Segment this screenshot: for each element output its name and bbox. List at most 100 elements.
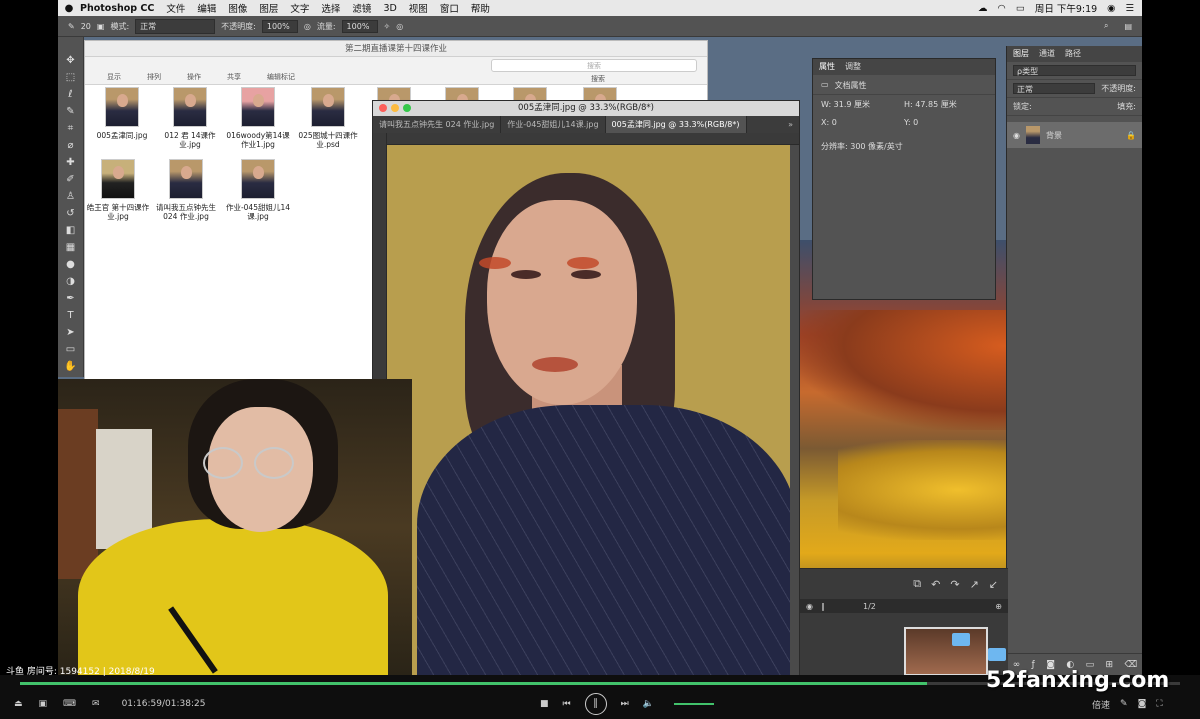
wifi-icon[interactable]: ◠ (998, 3, 1006, 14)
brush-size[interactable]: 20 (81, 22, 91, 31)
eye-icon[interactable]: ◉ (806, 602, 813, 611)
volume-slider[interactable] (673, 703, 714, 705)
expand-icon[interactable]: ↗ (970, 578, 979, 591)
menu-list-icon[interactable]: ☰ (1125, 3, 1134, 14)
pressure-opacity-icon[interactable]: ◎ (304, 22, 311, 31)
visibility-eye-icon[interactable]: ◉ (1013, 131, 1020, 140)
tab-doc-3[interactable]: 005孟津同.jpg @ 33.3%(RGB/8*) (605, 116, 747, 133)
menubar-app-name[interactable]: Photoshop CC (80, 3, 154, 14)
width-field[interactable]: W: 31.9 厘米 (821, 99, 904, 110)
tab-paths[interactable]: 路径 (1065, 46, 1081, 62)
type-tool-icon[interactable]: T (63, 310, 79, 321)
hand-tool-icon[interactable]: ✋ (63, 361, 79, 372)
tab-doc-2[interactable]: 作业-045甜姐儿14课.jpg (501, 116, 606, 133)
workspace-icon[interactable]: ▤ (1124, 22, 1132, 31)
menu-image[interactable]: 图像 (228, 1, 247, 15)
speed-button[interactable]: 倍速 (1092, 698, 1110, 711)
gradient-tool-icon[interactable]: ▦ (63, 242, 79, 253)
menu-3d[interactable]: 3D (383, 3, 396, 14)
tab-layers[interactable]: 图层 (1013, 46, 1029, 62)
dodge-tool-icon[interactable]: ◑ (63, 276, 79, 287)
flow-field[interactable]: 100% (341, 19, 378, 33)
tab-properties[interactable]: 属性 (819, 59, 835, 75)
menu-help[interactable]: 帮助 (471, 1, 490, 15)
tab-channels[interactable]: 通道 (1039, 46, 1055, 62)
layer-blend-select[interactable]: 正常 (1013, 83, 1096, 94)
finder-view-button[interactable]: 显示 (107, 72, 121, 82)
battery-icon[interactable]: ▭ (1016, 3, 1025, 14)
apple-icon[interactable]: ● (58, 3, 80, 14)
stop-icon[interactable]: ■ (540, 699, 549, 709)
eyedropper-tool-icon[interactable]: ⌀ (63, 140, 79, 151)
marquee-tool-icon[interactable]: ⬚ (63, 72, 79, 83)
menu-layer[interactable]: 图层 (259, 1, 278, 15)
menu-select[interactable]: 选择 (321, 1, 340, 15)
stamp-tool-icon[interactable]: ♙ (63, 191, 79, 202)
file-item[interactable]: 005孟津同.jpg (89, 87, 155, 140)
pause-icon[interactable]: ∥ (821, 602, 825, 611)
finder-action-button[interactable]: 操作 (187, 72, 201, 82)
healing-tool-icon[interactable]: ✚ (63, 157, 79, 168)
move-tool-icon[interactable]: ✥ (63, 55, 79, 66)
pressure-size-icon[interactable]: ◎ (396, 22, 403, 31)
mode-select[interactable]: 正常 (135, 18, 216, 34)
danmaku-icon[interactable]: ⌨ (63, 699, 76, 709)
undo-icon[interactable]: ↶ (931, 578, 940, 591)
next-icon[interactable]: ⏭ (621, 699, 629, 709)
blur-tool-icon[interactable]: ● (63, 259, 79, 270)
pen-tool-icon[interactable]: ✒ (63, 293, 79, 304)
file-item[interactable]: 作业-045甜姐儿14课.jpg (225, 159, 291, 221)
pause-button[interactable]: ∥ (584, 693, 607, 715)
finder-tags-button[interactable]: 编辑标记 (267, 72, 295, 82)
finder-share-button[interactable]: 共享 (227, 72, 241, 82)
y-field[interactable]: Y: 0 (904, 118, 987, 127)
file-item[interactable]: 012 君 14课作业.jpg (157, 87, 223, 149)
brush-tool-icon[interactable]: ✎ (68, 22, 75, 31)
file-item[interactable]: 请叫我五点钟先生024 作业.jpg (153, 159, 219, 221)
reference-thumbnail[interactable] (904, 627, 988, 675)
brush-tool-icon[interactable]: ✐ (63, 174, 79, 185)
clock-text[interactable]: 周日 下午9:19 (1035, 1, 1097, 15)
file-item[interactable]: 皓王官 第十四课作业.jpg (85, 159, 151, 221)
file-item[interactable]: 025图城十四课作业.psd (295, 87, 361, 149)
search-icon[interactable]: ⌕ (1104, 21, 1108, 31)
volume-icon[interactable]: 🔈 (643, 699, 654, 709)
image-canvas[interactable] (387, 145, 790, 675)
tabs-overflow-icon[interactable]: » (782, 116, 799, 133)
tab-adjustments[interactable]: 调整 (845, 59, 861, 75)
redo-icon[interactable]: ↷ (950, 578, 959, 591)
finder-title[interactable]: 第二期直播课第十四课作业 (85, 41, 707, 57)
x-field[interactable]: X: 0 (821, 118, 904, 127)
menu-filter[interactable]: 滤镜 (352, 1, 371, 15)
finder-arrange-button[interactable]: 排列 (147, 72, 161, 82)
pip-icon[interactable]: ▣ (39, 699, 48, 709)
zoom-icon[interactable] (403, 104, 411, 112)
opacity-field[interactable]: 100% (261, 19, 298, 33)
prev-icon[interactable]: ⏮ (563, 699, 571, 709)
history-brush-icon[interactable]: ↺ (63, 208, 79, 219)
document-titlebar[interactable]: 005孟津同.jpg @ 33.3%(RGB/8*) (373, 101, 799, 116)
desktop-folder-icon[interactable] (988, 648, 1006, 661)
quick-select-tool-icon[interactable]: ✎ (63, 106, 79, 117)
menu-edit[interactable]: 编辑 (197, 1, 216, 15)
desktop-folder-icon[interactable] (952, 633, 970, 646)
eraser-tool-icon[interactable]: ◧ (63, 225, 79, 236)
user-avatar-icon[interactable]: ◉ (1107, 3, 1115, 14)
horizontal-ruler[interactable] (387, 133, 799, 145)
close-icon[interactable] (379, 104, 387, 112)
lasso-tool-icon[interactable]: ℓ (63, 89, 79, 100)
menu-view[interactable]: 视图 (409, 1, 428, 15)
tab-doc-1[interactable]: 请叫我五点钟先生 024 作业.jpg (373, 116, 502, 133)
brush-panel-icon[interactable]: ▣ (97, 22, 105, 31)
height-field[interactable]: H: 47.85 厘米 (904, 99, 987, 110)
screenshot-icon[interactable]: ◙ (1138, 699, 1147, 709)
menu-file[interactable]: 文件 (166, 1, 185, 15)
pen-icon[interactable]: ✎ (1120, 699, 1128, 709)
crop-tool-icon[interactable]: ⌗ (63, 123, 79, 134)
layer-row-background[interactable]: ◉ 背景 🔒 (1007, 122, 1142, 148)
snapshot-icon[interactable]: ⧉ (913, 577, 921, 591)
eject-icon[interactable]: ⏏ (14, 699, 23, 709)
collapse-icon[interactable]: ↙ (989, 578, 998, 591)
menu-window[interactable]: 窗口 (440, 1, 459, 15)
fullscreen-icon[interactable]: ⛶ (1156, 699, 1162, 709)
